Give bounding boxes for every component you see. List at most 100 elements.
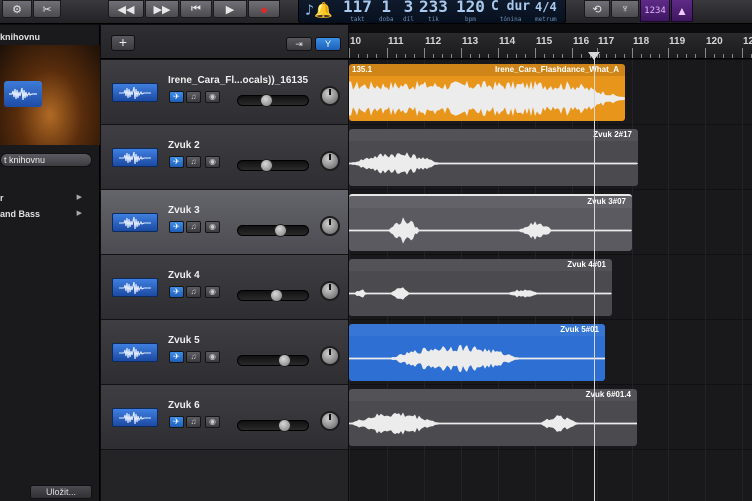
volume-slider[interactable] — [237, 354, 309, 367]
volume-slider[interactable] — [237, 159, 309, 172]
volume-slider[interactable] — [237, 289, 309, 302]
count-in-button[interactable]: 1234 — [640, 0, 670, 22]
lcd-tempo: 120 — [456, 0, 485, 16]
solo-button[interactable]: ♫ — [186, 416, 201, 428]
audio-region[interactable]: Zvuk 4#01 — [349, 259, 612, 316]
library-item-label: and Bass — [0, 209, 41, 219]
fast-forward-button[interactable]: ▶▶ — [145, 0, 179, 18]
record-enable-button[interactable]: ◉ — [205, 351, 220, 363]
bar-gridline — [705, 60, 706, 501]
volume-slider[interactable] — [237, 224, 309, 237]
mute-button[interactable]: ✈ — [169, 91, 184, 103]
track-name[interactable]: Irene_Cara_Fl...ocals))_16135 — [168, 75, 308, 86]
record-enable-button[interactable]: ◉ — [205, 156, 220, 168]
ruler-tick — [433, 54, 434, 58]
record-enable-button[interactable]: ◉ — [205, 221, 220, 233]
pan-knob[interactable] — [320, 281, 340, 301]
library-item[interactable]: and Bass ▶ — [0, 206, 96, 222]
timeline-ruler[interactable]: 10 111 112 113 114 115 116 117 118 119 120 12 — [349, 33, 752, 59]
pan-knob[interactable] — [320, 216, 340, 236]
cycle-button[interactable]: ⟲ — [584, 0, 610, 18]
library-item[interactable]: r ▶ — [0, 190, 96, 206]
audio-region[interactable]: 135.1 Irene_Cara_Flashdance_What_A — [349, 64, 625, 121]
catch-playhead-button[interactable]: ⇥ — [286, 37, 312, 51]
track-name[interactable]: Zvuk 3 — [168, 205, 200, 216]
speaker-icon: ✈ — [173, 157, 180, 166]
solo-button[interactable]: ♫ — [186, 286, 201, 298]
volume-slider-thumb[interactable] — [278, 354, 291, 367]
rewind-button[interactable]: ◀◀ — [108, 0, 144, 18]
add-track-button[interactable]: + — [111, 35, 135, 51]
solo-button[interactable]: ♫ — [186, 91, 201, 103]
volume-slider[interactable] — [237, 94, 309, 107]
ruler-tick — [553, 54, 554, 58]
track-name[interactable]: Zvuk 5 — [168, 335, 200, 346]
metronome-button[interactable]: ▲ — [671, 0, 693, 22]
audio-region[interactable]: Zvuk 5#01 — [349, 324, 605, 381]
record-enable-icon: ◉ — [209, 352, 216, 361]
ruler-bar-number: 113 — [462, 36, 479, 47]
track-name[interactable]: Zvuk 2 — [168, 140, 200, 151]
volume-slider[interactable] — [237, 419, 309, 432]
library-restore-button[interactable]: t knihovnu — [0, 153, 92, 167]
editors-button[interactable]: ✂ — [33, 0, 61, 18]
playhead-handle[interactable] — [588, 52, 600, 60]
ruler-tick — [479, 54, 480, 58]
headphones-icon: ♫ — [190, 417, 197, 426]
track-header[interactable]: Zvuk 3 ✈ ♫ ◉ — [101, 190, 348, 255]
go-to-start-button[interactable]: ⏮ — [180, 0, 212, 18]
mute-button[interactable]: ✈ — [169, 221, 184, 233]
save-button[interactable]: Uložit... — [30, 485, 92, 499]
cycle-icon: ⟲ — [592, 3, 602, 16]
lcd-bar: 117 — [343, 0, 372, 16]
tuner-button[interactable]: ♆ — [611, 0, 639, 18]
lcd-display[interactable]: ♪🔔 117 takt 1 doba 3 díl 233 tik 120 bpm C du… — [298, 0, 566, 24]
headphones-icon: ♫ — [190, 222, 197, 231]
pan-knob[interactable] — [320, 411, 340, 431]
waveform-icon — [112, 148, 158, 167]
mute-button[interactable]: ✈ — [169, 156, 184, 168]
volume-slider-thumb[interactable] — [274, 224, 287, 237]
record-enable-button[interactable]: ◉ — [205, 91, 220, 103]
settings-button[interactable]: ⚙ — [2, 0, 32, 18]
volume-slider-thumb[interactable] — [260, 94, 273, 107]
solo-button[interactable]: ♫ — [186, 351, 201, 363]
track-header[interactable]: Zvuk 2 ✈ ♫ ◉ — [101, 125, 348, 190]
volume-slider-thumb[interactable] — [260, 159, 273, 172]
ruler-tick — [650, 54, 651, 58]
mute-button[interactable]: ✈ — [169, 416, 184, 428]
audio-region[interactable]: Zvuk 3#07 — [349, 194, 632, 251]
playhead[interactable] — [594, 52, 595, 501]
bar-gridline — [742, 60, 743, 501]
rewind-icon: ◀◀ — [117, 3, 135, 16]
mute-button[interactable]: ✈ — [169, 351, 184, 363]
track-header[interactable]: Zvuk 6 ✈ ♫ ◉ — [101, 385, 348, 450]
volume-slider-thumb[interactable] — [278, 419, 291, 432]
record-enable-button[interactable]: ◉ — [205, 416, 220, 428]
solo-button[interactable]: ♫ — [186, 221, 201, 233]
record-enable-button[interactable]: ◉ — [205, 286, 220, 298]
ruler-tick — [488, 54, 489, 58]
mute-button[interactable]: ✈ — [169, 286, 184, 298]
pan-knob[interactable] — [320, 86, 340, 106]
volume-slider-thumb[interactable] — [270, 289, 283, 302]
waveform-icon — [112, 83, 158, 102]
solo-button[interactable]: ♫ — [186, 156, 201, 168]
track-header[interactable]: Irene_Cara_Fl...ocals))_16135 ✈ ♫ ◉ — [101, 60, 348, 125]
pan-knob[interactable] — [320, 346, 340, 366]
ruler-tick — [677, 54, 678, 58]
region-name: Irene_Cara_Flashdance_What_A — [494, 65, 619, 74]
track-header[interactable]: Zvuk 5 ✈ ♫ ◉ — [101, 320, 348, 385]
track-name[interactable]: Zvuk 4 — [168, 270, 200, 281]
lcd-division-label: díl — [403, 16, 414, 23]
pan-knob[interactable] — [320, 151, 340, 171]
track-header[interactable]: Zvuk 4 ✈ ♫ ◉ — [101, 255, 348, 320]
smart-controls-button[interactable]: Y — [315, 37, 341, 51]
lcd-signature: 4/4 — [535, 0, 557, 14]
play-button[interactable]: ▶ — [213, 0, 247, 18]
track-name[interactable]: Zvuk 6 — [168, 400, 200, 411]
ruler-tick — [632, 48, 633, 58]
record-button[interactable]: ● — [248, 0, 280, 18]
ruler-tick — [442, 54, 443, 58]
waveform-icon — [112, 213, 158, 232]
